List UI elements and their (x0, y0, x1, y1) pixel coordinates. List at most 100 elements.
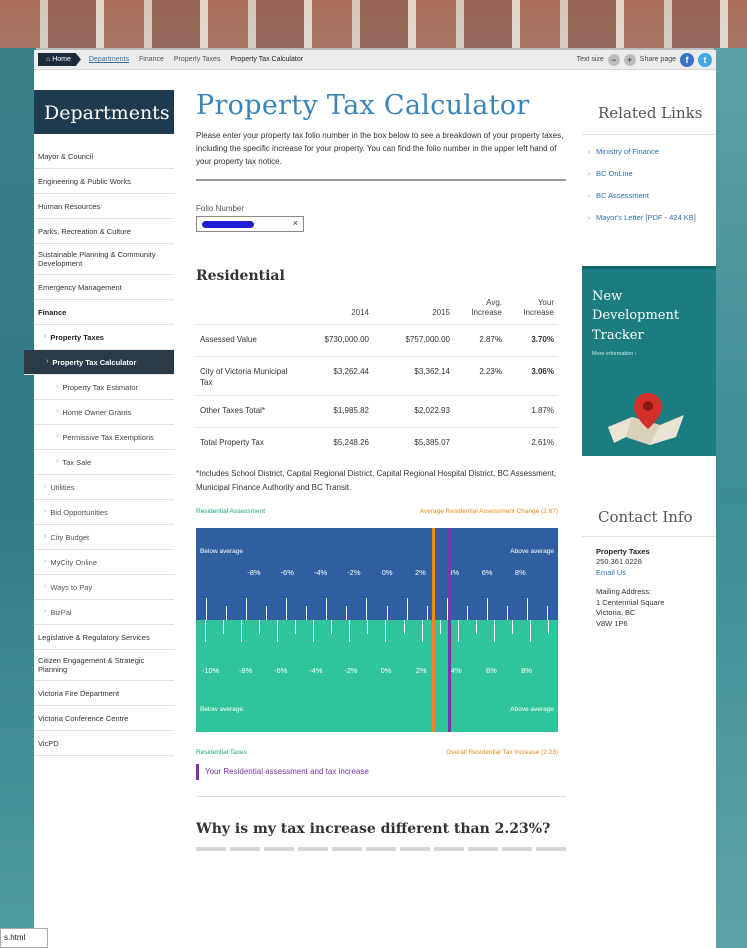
caret-icon: › (56, 432, 59, 440)
link-ministry-of-finance[interactable]: Ministry of Finance (582, 141, 716, 163)
table-cell: 3.70% (506, 324, 558, 357)
taxes-band: -10% -8% -6% -4% -2% 0% 2% 4% 6% 8% Below average… (196, 619, 558, 732)
taxes-tick (276, 619, 278, 642)
assessment-tick (487, 597, 489, 620)
footnote: *Includes School District, Capital Regio… (196, 469, 557, 492)
redacted-folio-value (202, 220, 254, 228)
breadcrumb-departments[interactable]: Departments (89, 56, 129, 63)
assessment-tick (366, 597, 368, 620)
facebook-icon[interactable]: f (680, 52, 694, 67)
sidebar-item-human-resources[interactable]: Human Resources (34, 194, 174, 219)
sidebar-nav: Mayor & Council Engineering & Public Wor… (24, 144, 174, 756)
assessment-scale-label: 2% (415, 567, 426, 577)
taxes-tick (258, 619, 260, 634)
divider (196, 795, 566, 797)
below-average-label: Below average (200, 547, 243, 555)
sidebar-item-label: Home Owner Grants (62, 407, 132, 417)
sidebar-item-citizen-engagement[interactable]: Citizen Engagement & Strategic Planning (34, 650, 174, 681)
sidebar-item-mayor-council[interactable]: Mayor & Council (34, 144, 174, 169)
truncated-text (196, 846, 566, 851)
share-page-label: Share page (639, 56, 676, 63)
sidebar-item-emergency[interactable]: Emergency Management (34, 275, 174, 300)
breadcrumb-finance[interactable]: Finance (139, 56, 164, 63)
residential-taxes-label: Residential Taxes (196, 748, 247, 756)
assessment-tick (406, 597, 408, 620)
sidebar-item-property-tax-calculator[interactable]: › Property Tax Calculator (24, 350, 174, 375)
sidebar-item-property-taxes[interactable]: › Property Taxes (34, 325, 174, 350)
sidebar-item-vicpd[interactable]: VicPD (34, 731, 174, 756)
sidebar-item-parks[interactable]: Parks, Recreation & Culture (34, 219, 174, 244)
sidebar-item-sustainable-planning[interactable]: Sustainable Planning & Community Develop… (34, 244, 174, 275)
taxes-scale-label: -8% (238, 665, 253, 675)
breadcrumb-property-taxes[interactable]: Property Taxes (174, 56, 221, 63)
table-header-row: 2014 2015 Avg. Increase Your Increase (196, 296, 558, 325)
text-size-decrease-button[interactable]: − (607, 53, 620, 66)
sidebar-item-home-owner-grants[interactable]: › Home Owner Grants (34, 400, 174, 425)
table-cell: $1,985.82 (292, 394, 373, 428)
chart-bottom-labels: Residential Taxes Overall Residential Ta… (196, 732, 558, 758)
caret-icon: › (44, 332, 47, 340)
sidebar-item-engineering[interactable]: Engineering & Public Works (34, 169, 174, 194)
taxes-ticks (196, 619, 558, 644)
assessment-scale-label: -2% (347, 567, 361, 577)
clear-input-icon[interactable]: × (293, 218, 298, 228)
table-cell: $5,385.07 (373, 426, 454, 460)
link-bc-assessment[interactable]: BC Assessment (582, 185, 716, 207)
taxes-scale-label: -10% (201, 665, 220, 675)
chart-legend: Your Residential assessment and tax incr… (196, 763, 566, 780)
assessment-ticks (196, 596, 558, 620)
intro-text: Please enter your property tax folio num… (196, 131, 564, 167)
sidebar-item-bid-opportunities[interactable]: › Bid Opportunities (34, 500, 174, 525)
sidebar-item-legislative[interactable]: Legislative & Regulatory Services (34, 625, 174, 650)
caret-icon: › (44, 607, 47, 615)
sidebar-item-fire-department[interactable]: Victoria Fire Department (34, 681, 174, 706)
caret-icon: › (56, 457, 59, 465)
sidebar-item-label: Tax Sale (62, 457, 92, 467)
sidebar-item-label: Property Tax Estimator (62, 382, 139, 392)
sidebar-item-label: Property Tax Calculator (52, 357, 137, 367)
table-cell: $730,000.00 (292, 324, 373, 357)
average-marker-line (432, 527, 435, 732)
folio-number-input[interactable]: × (196, 215, 304, 232)
sidebar-item-label: Bid Opportunities (50, 507, 108, 517)
table-cell: $757,000.00 (373, 324, 454, 357)
taxes-tick (295, 619, 297, 634)
contact-phone: 250.361.0228 (596, 557, 642, 566)
below-average-label: Below average (200, 705, 243, 713)
link-bc-online[interactable]: BC OnLine (582, 163, 716, 185)
assessment-tick (466, 605, 468, 620)
sidebar-item-city-budget[interactable]: › City Budget (34, 525, 174, 550)
taxes-scale-label: 8% (521, 665, 532, 675)
sidebar-item-utilities[interactable]: › Utilities (34, 475, 174, 500)
sidebar-item-mycity-online[interactable]: › MyCity Online (34, 550, 174, 575)
taxes-tick (204, 619, 206, 642)
sidebar-item-permissive-exemptions[interactable]: › Permissive Tax Exemptions (34, 425, 174, 450)
link-mayors-letter[interactable]: Mayor's Letter [PDF - 424 KB] (582, 207, 716, 229)
assessment-scale-label: -4% (313, 567, 328, 577)
taxes-scale-label: 6% (485, 665, 497, 675)
sidebar-item-label: Permissive Tax Exemptions (62, 432, 154, 442)
sidebar-item-finance[interactable]: Finance (34, 300, 174, 325)
sidebar-item-bizpal[interactable]: › BizPal (34, 600, 174, 625)
sidebar-item-conference-centre[interactable]: Victoria Conference Centre (34, 706, 174, 731)
taxes-tick (240, 619, 242, 642)
email-us-link[interactable]: Email Us (596, 568, 716, 579)
table-cell: 1.87% (506, 394, 558, 428)
development-tracker-promo[interactable]: New Development Tracker More information… (582, 265, 716, 456)
assessment-tick (507, 605, 509, 620)
sidebar-heading[interactable]: Departments (34, 90, 174, 134)
sidebar-item-tax-estimator[interactable]: › Property Tax Estimator (34, 375, 174, 400)
assessment-tick (547, 605, 549, 620)
table-row: Other Taxes Total* $1,985.82 $2,022.93 1… (196, 394, 558, 428)
sidebar-item-tax-sale[interactable]: › Tax Sale (34, 450, 174, 475)
assessment-tick (426, 605, 428, 620)
breadcrumb-home-label: Home (52, 56, 71, 63)
sidebar-item-ways-to-pay[interactable]: › Ways to Pay (34, 575, 174, 600)
contact-details: Property Taxes 250.361.0228 Email Us Mai… (582, 537, 716, 630)
increase-comparison-chart: Residential Assessment Average Residenti… (196, 508, 558, 758)
twitter-icon[interactable]: t (698, 52, 712, 67)
breadcrumb-home[interactable]: ⌂ Home (38, 53, 81, 66)
table-cell: Other Taxes Total* (196, 394, 292, 428)
tracker-more-link[interactable]: More information › (592, 351, 706, 357)
text-size-increase-button[interactable]: + (623, 53, 636, 66)
